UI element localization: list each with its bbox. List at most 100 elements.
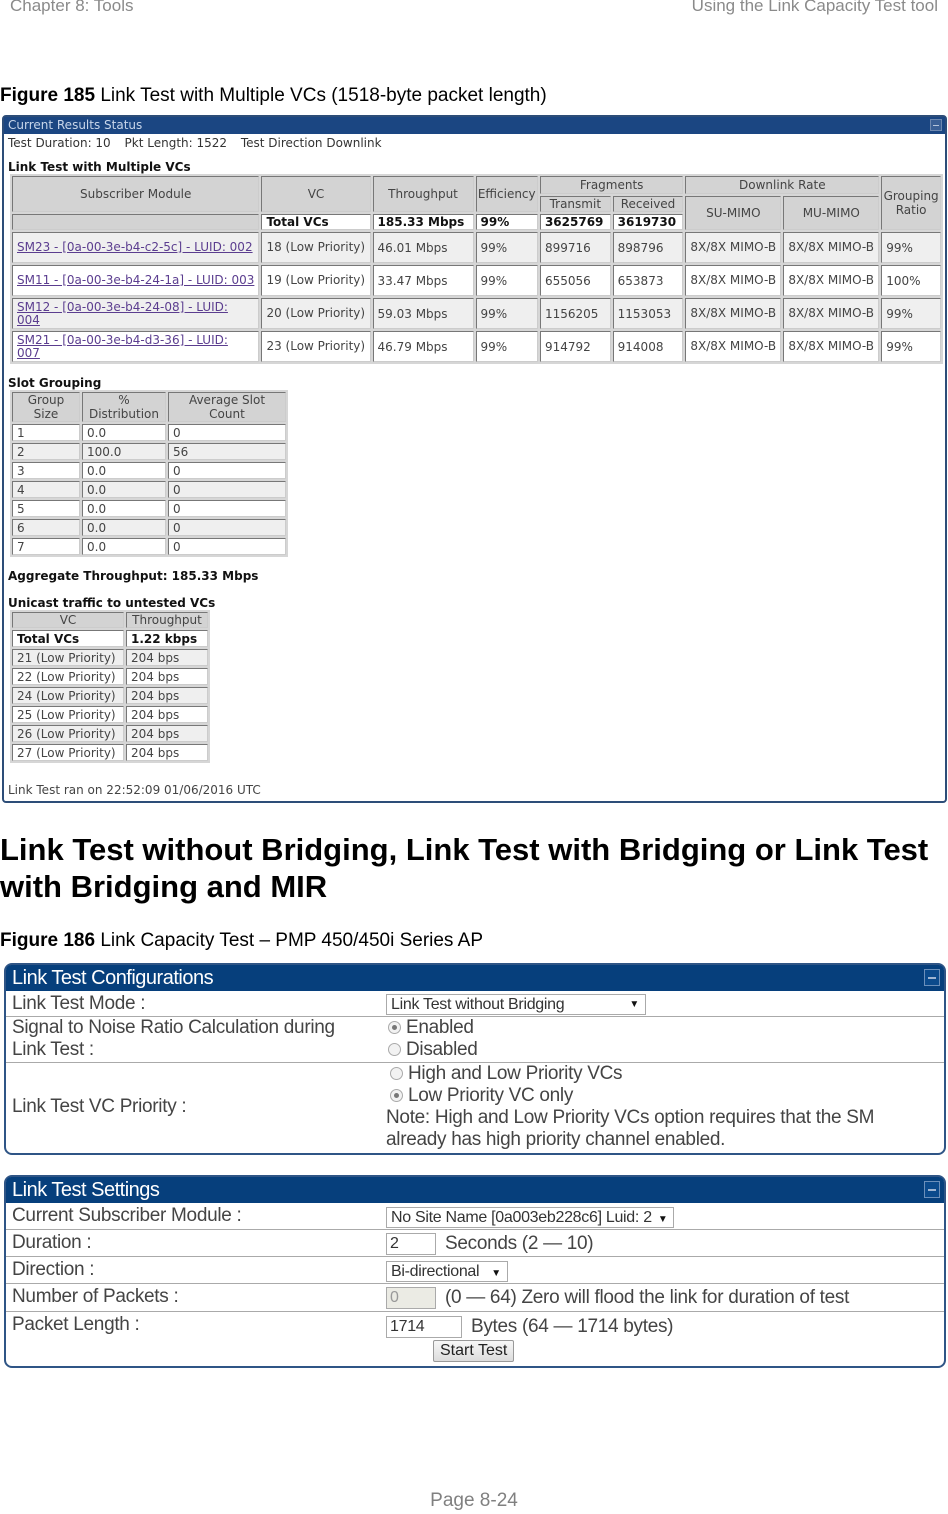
subscriber-module-select[interactable]: No Site Name [0a003eb228c6] Luid: 2 ▼ [386, 1207, 675, 1229]
sm-cell[interactable]: SM12 - [0a-00-3e-b4-24-08] - LUID: 004 [12, 298, 260, 329]
sm-link[interactable]: SM23 - [0a-00-3e-b4-c2-5c] - LUID: 002 [17, 240, 253, 254]
select-value: No Site Name [0a003eb228c6] Luid: 2 [391, 1209, 652, 1227]
radio-unselected-icon[interactable] [388, 1043, 401, 1056]
snr-enabled-option[interactable]: Enabled [388, 1017, 944, 1039]
low-priority-only-option[interactable]: Low Priority VC only [386, 1085, 944, 1107]
efficiency-cell: 99% [475, 298, 538, 329]
unicast-throughput-cell: 204 bps [126, 687, 208, 704]
unicast-throughput-cell: 204 bps [126, 744, 208, 761]
option-label: Enabled [406, 1017, 474, 1038]
unicast-vc-cell: 21 (Low Priority) [12, 649, 124, 666]
grouping-cell: 99% [881, 331, 941, 362]
received-cell: 653873 [612, 265, 684, 296]
header-distribution: % Distribution [82, 392, 166, 422]
grouping-cell: 99% [881, 298, 941, 329]
table-row: 6 0.0 0 [12, 519, 286, 536]
packet-length-value: 1714 Bytes (64 — 1714 bytes) [384, 1312, 944, 1340]
collapse-icon[interactable] [924, 969, 940, 986]
duration-value: 2 Seconds (2 — 10) [384, 1230, 944, 1256]
vc-priority-label: Link Test VC Priority : [12, 1096, 187, 1117]
number-of-packets-label: Number of Packets : [12, 1286, 179, 1307]
group-size-cell: 3 [12, 462, 80, 479]
slot-count-cell: 0 [168, 481, 286, 498]
su-mimo-cell: 8X/8X MIMO-B [685, 298, 782, 329]
number-of-packets-input[interactable]: 0 [386, 1286, 436, 1309]
duration-input[interactable]: 2 [386, 1232, 436, 1255]
distribution-cell: 0.0 [82, 519, 166, 536]
vc-cell: 20 (Low Priority) [261, 298, 371, 329]
option-label: Low Priority VC only [408, 1085, 574, 1106]
snr-label-line1: Signal to Noise Ratio Calculation during [12, 1017, 335, 1038]
direction-select[interactable]: Bi-directional ▼ [386, 1261, 508, 1283]
slot-count-cell: 56 [168, 443, 286, 460]
snr-disabled-option[interactable]: Disabled [388, 1039, 944, 1061]
group-size-cell: 4 [12, 481, 80, 498]
received-cell: 914008 [612, 331, 684, 362]
panel-title-bar: Current Results Status [4, 117, 945, 134]
header-efficiency: Efficiency [475, 176, 538, 212]
slot-count-cell: 0 [168, 538, 286, 555]
mu-mimo-cell: 8X/8X MIMO-B [783, 331, 880, 362]
packet-length-input[interactable]: 1714 [386, 1315, 462, 1338]
dropdown-arrow-icon: ▼ [629, 999, 639, 1011]
option-label: High and Low Priority VCs [408, 1063, 623, 1084]
vc-cell: 18 (Low Priority) [261, 232, 371, 263]
table-row: 21 (Low Priority) 204 bps [12, 649, 208, 666]
su-mimo-cell: 8X/8X MIMO-B [685, 331, 782, 362]
unicast-vc-cell: 24 (Low Priority) [12, 687, 124, 704]
link-test-mode-row: Link Test Mode : Link Test without Bridg… [6, 991, 944, 1017]
link-test-mode-select[interactable]: Link Test without Bridging ▼ [386, 994, 646, 1016]
table-row: 4 0.0 0 [12, 481, 286, 498]
direction-row: Direction : Bi-directional ▼ [6, 1257, 944, 1284]
collapse-icon[interactable] [930, 119, 942, 131]
priority-note-line1: Note: High and Low Priority VCs option r… [386, 1107, 875, 1128]
table-row: 24 (Low Priority) 204 bps [12, 687, 208, 704]
transmit-cell: 655056 [539, 265, 611, 296]
header-avg-slot-count: Average Slot Count [168, 392, 286, 422]
header-received: Received [612, 196, 684, 212]
sm-cell[interactable]: SM23 - [0a-00-3e-b4-c2-5c] - LUID: 002 [12, 232, 260, 263]
slot-count-cell: 0 [168, 519, 286, 536]
vc-priority-options: High and Low Priority VCs Low Priority V… [384, 1063, 944, 1153]
high-low-priority-option[interactable]: High and Low Priority VCs [386, 1063, 944, 1085]
sm-link[interactable]: SM12 - [0a-00-3e-b4-24-08] - LUID: 004 [17, 300, 228, 327]
sm-cell[interactable]: SM21 - [0a-00-3e-b4-d3-36] - LUID: 007 [12, 331, 260, 362]
su-mimo-cell: 8X/8X MIMO-B [685, 232, 782, 263]
start-test-button[interactable]: Start Test [433, 1340, 515, 1362]
radio-selected-icon[interactable] [390, 1089, 403, 1102]
group-size-cell: 1 [12, 424, 80, 441]
packet-length-row: Packet Length : 1714 Bytes (64 — 1714 by… [6, 1312, 944, 1340]
mu-mimo-cell: 8X/8X MIMO-B [783, 298, 880, 329]
link-test-settings-panel: Link Test Settings Current Subscriber Mo… [4, 1175, 946, 1368]
figure-number: Figure 186 [0, 930, 96, 951]
dropdown-arrow-icon: ▼ [491, 1268, 501, 1280]
multi-vc-heading: Link Test with Multiple VCs [8, 160, 191, 174]
packet-length-label: Packet Length : [12, 1314, 140, 1335]
throughput-cell: 46.01 Mbps [372, 232, 474, 263]
snr-label-line2: Link Test : [12, 1039, 94, 1060]
table-row: 5 0.0 0 [12, 500, 286, 517]
grouping-cell: 100% [881, 265, 941, 296]
snr-label: Signal to Noise Ratio Calculation during… [6, 1017, 384, 1062]
subscriber-module-value: No Site Name [0a003eb228c6] Luid: 2 ▼ [384, 1203, 944, 1229]
unicast-total-throughput: 1.22 kbps [126, 630, 208, 647]
unicast-vc-cell: 25 (Low Priority) [12, 706, 124, 723]
radio-unselected-icon[interactable] [390, 1067, 403, 1080]
page-number: Page 8-24 [430, 1490, 518, 1511]
duration-hint: Seconds (2 — 10) [444, 1233, 594, 1254]
received-cell: 898796 [612, 232, 684, 263]
transmit-cell: 899716 [539, 232, 611, 263]
header-transmit: Transmit [539, 196, 611, 212]
sm-cell[interactable]: SM11 - [0a-00-3e-b4-24-1a] - LUID: 003 [12, 265, 260, 296]
link-test-mode-label: Link Test Mode : [12, 993, 146, 1014]
figure-number: Figure 185 [0, 85, 96, 106]
collapse-icon[interactable] [924, 1181, 940, 1198]
slot-count-cell: 0 [168, 462, 286, 479]
panel-title-bar: Link Test Configurations [6, 965, 944, 991]
radio-selected-icon[interactable] [388, 1021, 401, 1034]
table-row: SM11 - [0a-00-3e-b4-24-1a] - LUID: 003 1… [12, 265, 941, 296]
header-mu-mimo: MU-MIMO [783, 196, 880, 230]
received-cell: 1153053 [612, 298, 684, 329]
sm-link[interactable]: SM21 - [0a-00-3e-b4-d3-36] - LUID: 007 [17, 333, 228, 360]
sm-link[interactable]: SM11 - [0a-00-3e-b4-24-1a] - LUID: 003 [17, 273, 254, 287]
